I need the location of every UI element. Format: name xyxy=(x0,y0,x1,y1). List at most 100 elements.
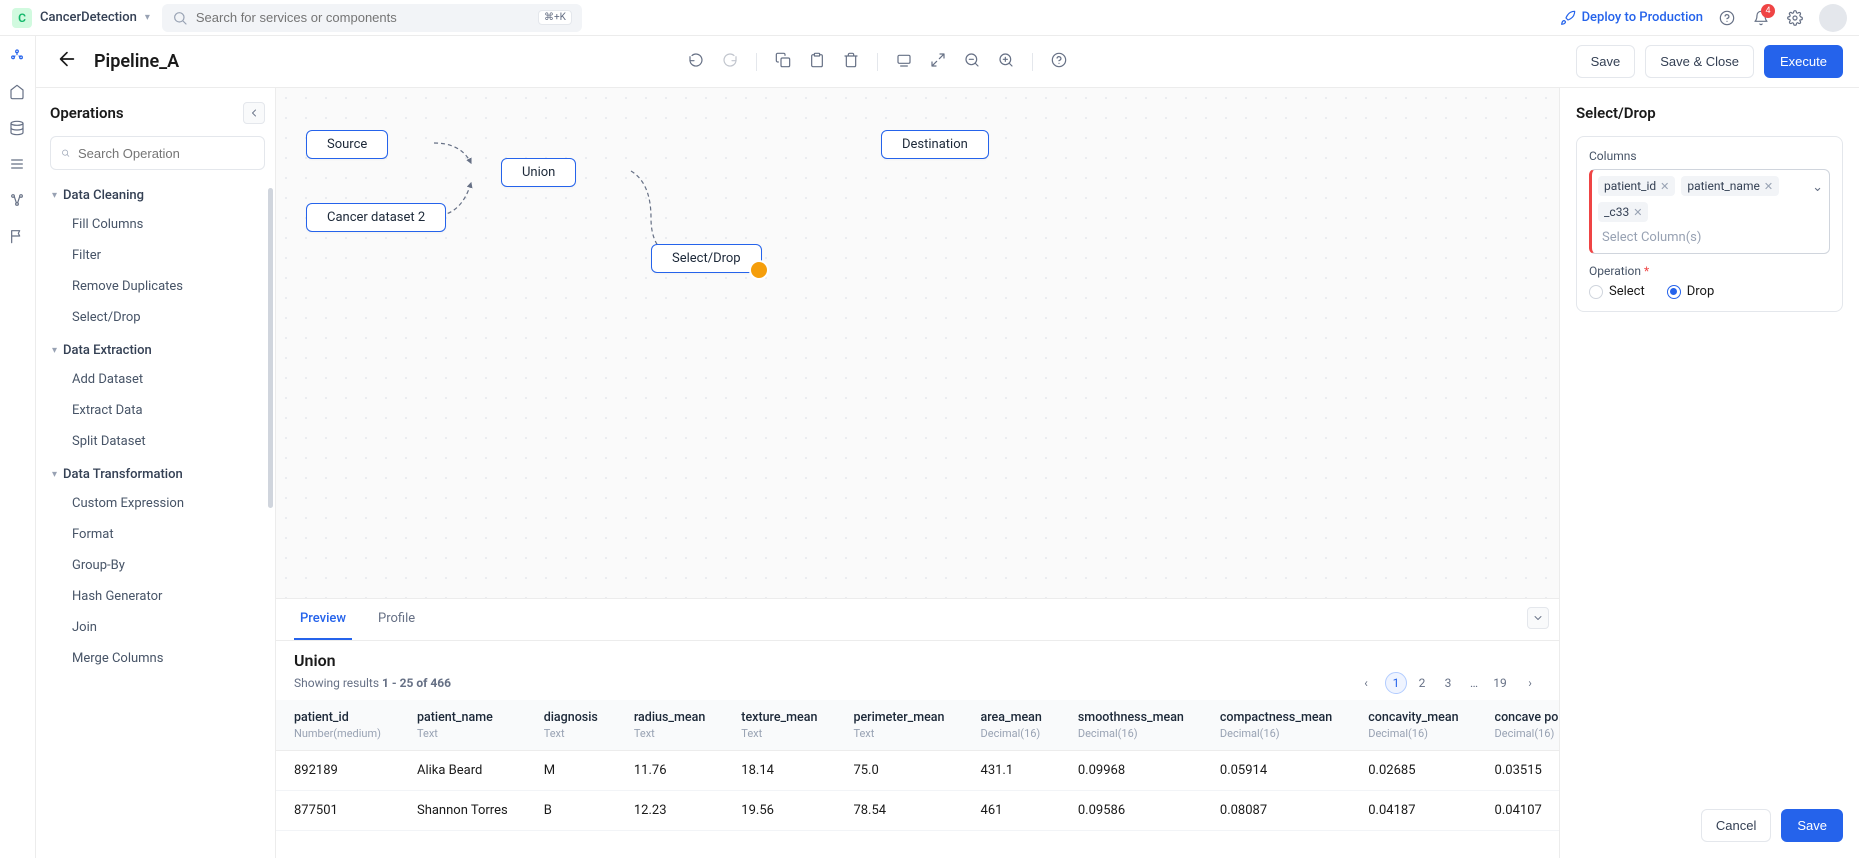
op-item[interactable]: Hash Generator xyxy=(50,581,265,612)
op-item[interactable]: Add Dataset xyxy=(50,364,265,395)
redo-button[interactable] xyxy=(722,52,738,72)
copy-button[interactable] xyxy=(775,52,791,72)
rail-home-icon[interactable] xyxy=(9,84,27,102)
help-button[interactable] xyxy=(1717,8,1737,28)
operation-search-input[interactable] xyxy=(78,146,254,161)
op-group-header[interactable]: ▾ Data Extraction xyxy=(50,337,265,364)
table-cell: M xyxy=(526,751,616,791)
table-cell: 461 xyxy=(963,791,1060,831)
pager-page[interactable]: 2 xyxy=(1411,672,1433,694)
op-item[interactable]: Filter xyxy=(50,240,265,271)
operation-search[interactable] xyxy=(50,136,265,170)
collapse-ops-button[interactable] xyxy=(243,102,265,124)
column-chip[interactable]: patient_name ✕ xyxy=(1681,176,1779,196)
back-button[interactable] xyxy=(56,48,78,75)
table-row[interactable]: 892189Alika BeardM11.7618.1475.0431.10.0… xyxy=(276,751,1559,791)
preview-table-scroll[interactable]: patient_idNumber(medium)patient_nameText… xyxy=(276,700,1559,858)
save-close-button[interactable]: Save & Close xyxy=(1645,45,1754,78)
table-cell: 0.09968 xyxy=(1060,751,1202,791)
chip-remove-icon[interactable]: ✕ xyxy=(1633,206,1642,219)
table-header[interactable]: patient_nameText xyxy=(399,700,526,751)
help-toolbar-button[interactable] xyxy=(1051,52,1067,72)
node-union[interactable]: Union xyxy=(501,158,576,187)
settings-button[interactable] xyxy=(1785,8,1805,28)
op-item[interactable]: Fill Columns xyxy=(50,209,265,240)
rail-flag-icon[interactable] xyxy=(9,228,27,246)
user-avatar[interactable] xyxy=(1819,4,1847,32)
pager-page[interactable]: 19 xyxy=(1489,672,1511,694)
scrollbar[interactable] xyxy=(268,188,273,508)
execute-button[interactable]: Execute xyxy=(1764,45,1843,78)
delete-button[interactable] xyxy=(843,52,859,72)
preview-table: patient_idNumber(medium)patient_nameText… xyxy=(276,700,1559,831)
operation-radio-select[interactable]: Select xyxy=(1589,284,1645,299)
pipeline-canvas[interactable]: Source Cancer dataset 2 Union Select/Dro… xyxy=(276,88,1559,598)
project-selector[interactable]: C CancerDetection ▾ xyxy=(12,8,150,28)
save-button[interactable]: Save xyxy=(1576,45,1636,78)
expand-icon xyxy=(930,52,946,68)
separator xyxy=(1032,53,1033,71)
undo-button[interactable] xyxy=(688,52,704,72)
chevron-down-icon[interactable]: ⌄ xyxy=(1812,180,1823,195)
columns-multiselect[interactable]: patient_id ✕patient_name ✕_c33 ✕ Select … xyxy=(1589,169,1830,254)
rail-pipeline-icon[interactable] xyxy=(9,48,27,66)
global-search-input[interactable] xyxy=(196,10,530,25)
table-header[interactable]: radius_meanText xyxy=(616,700,723,751)
op-item[interactable]: Extract Data xyxy=(50,395,265,426)
expand-button[interactable] xyxy=(930,52,946,72)
op-item[interactable]: Select/Drop xyxy=(50,302,265,333)
project-name: CancerDetection xyxy=(40,10,137,25)
deploy-button[interactable]: Deploy to Production xyxy=(1560,10,1703,26)
op-item[interactable]: Custom Expression xyxy=(50,488,265,519)
table-header[interactable]: concavity_meanDecimal(16) xyxy=(1350,700,1476,751)
pager-page[interactable]: 1 xyxy=(1385,672,1407,694)
preview-tab[interactable]: Preview xyxy=(294,599,352,640)
op-item[interactable]: Remove Duplicates xyxy=(50,271,265,302)
zoom-in-button[interactable] xyxy=(998,52,1014,72)
config-cancel-button[interactable]: Cancel xyxy=(1701,809,1771,842)
preview-panel: PreviewProfile Union Showing results 1 -… xyxy=(276,598,1559,858)
table-header[interactable]: texture_meanText xyxy=(723,700,835,751)
pager-page[interactable]: 3 xyxy=(1437,672,1459,694)
table-header[interactable]: concave points_meanDecimal(16) xyxy=(1477,700,1559,751)
table-header[interactable]: area_meanDecimal(16) xyxy=(963,700,1060,751)
op-item[interactable]: Merge Columns xyxy=(50,643,265,674)
op-item[interactable]: Join xyxy=(50,612,265,643)
operation-radio-drop[interactable]: Drop xyxy=(1667,284,1715,299)
op-group-header[interactable]: ▾ Data Transformation xyxy=(50,461,265,488)
collapse-preview-button[interactable] xyxy=(1527,607,1549,629)
fit-button[interactable] xyxy=(896,52,912,72)
rail-database-icon[interactable] xyxy=(9,120,27,138)
column-chip[interactable]: patient_id ✕ xyxy=(1598,176,1675,196)
op-item[interactable]: Split Dataset xyxy=(50,426,265,457)
zoom-in-icon xyxy=(998,52,1014,68)
config-save-button[interactable]: Save xyxy=(1781,809,1843,842)
notifications-button[interactable]: 4 xyxy=(1751,8,1771,28)
table-header[interactable]: patient_idNumber(medium) xyxy=(276,700,399,751)
table-header[interactable]: compactness_meanDecimal(16) xyxy=(1202,700,1350,751)
paste-button[interactable] xyxy=(809,52,825,72)
global-search[interactable]: ⌘+K xyxy=(162,4,582,32)
node-cancer-dataset-2[interactable]: Cancer dataset 2 xyxy=(306,203,446,232)
chip-remove-icon[interactable]: ✕ xyxy=(1660,180,1669,193)
node-select-drop[interactable]: Select/Drop xyxy=(651,244,762,273)
zoom-out-button[interactable] xyxy=(964,52,980,72)
pager-prev[interactable]: ‹ xyxy=(1355,672,1377,694)
op-item[interactable]: Group-By xyxy=(50,550,265,581)
node-source[interactable]: Source xyxy=(306,130,388,159)
table-header[interactable]: diagnosisText xyxy=(526,700,616,751)
preview-tab[interactable]: Profile xyxy=(372,599,421,640)
pager-page[interactable]: … xyxy=(1463,672,1485,694)
chip-remove-icon[interactable]: ✕ xyxy=(1764,180,1773,193)
op-group-header[interactable]: ▾ Data Cleaning xyxy=(50,182,265,209)
column-chip[interactable]: _c33 ✕ xyxy=(1598,202,1648,222)
table-row[interactable]: 877501Shannon TorresB12.2319.5678.544610… xyxy=(276,791,1559,831)
table-header[interactable]: smoothness_meanDecimal(16) xyxy=(1060,700,1202,751)
op-item[interactable]: Format xyxy=(50,519,265,550)
pager-next[interactable]: › xyxy=(1519,672,1541,694)
table-cell: 19.56 xyxy=(723,791,835,831)
rail-share-icon[interactable] xyxy=(9,192,27,210)
table-header[interactable]: perimeter_meanText xyxy=(835,700,962,751)
node-destination[interactable]: Destination xyxy=(881,130,989,159)
rail-stack-icon[interactable] xyxy=(9,156,27,174)
